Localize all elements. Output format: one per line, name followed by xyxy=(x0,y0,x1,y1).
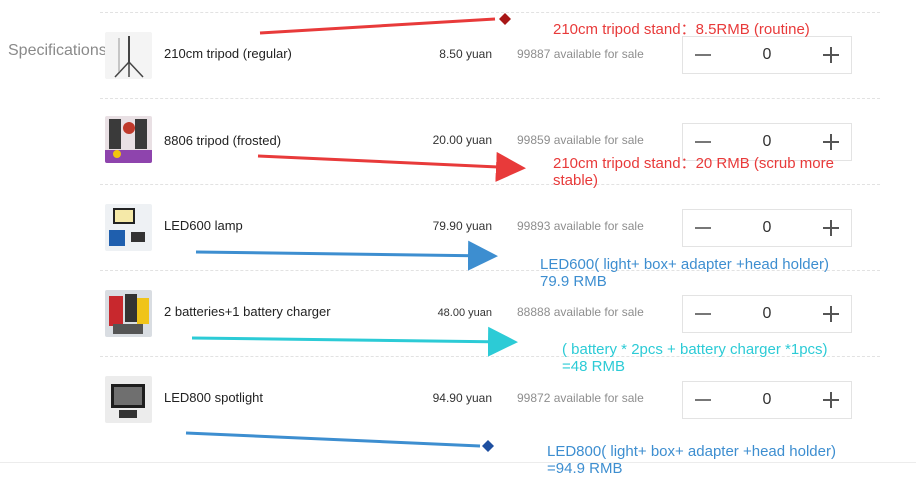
annotation-note: LED600( light+ box+ adapter +head holder… xyxy=(540,256,829,290)
annotation-arrows xyxy=(185,13,526,452)
blue-diamond-icon xyxy=(482,440,494,452)
annotation-line: 79.9 RMB xyxy=(540,273,607,290)
red-diamond-icon xyxy=(499,13,511,25)
annotation-line: =48 RMB xyxy=(562,358,625,375)
arrow-3 xyxy=(195,240,498,271)
annotation-note: 210cm tripod stand：20 RMB (scrub more st… xyxy=(553,155,834,189)
annotation-note: 210cm tripod stand：8.5RMB (routine) xyxy=(553,21,810,38)
annotation-line: 210cm tripod stand：20 RMB (scrub more xyxy=(553,155,834,172)
annotation-line: =94.9 RMB xyxy=(547,460,623,477)
arrow-1 xyxy=(259,17,496,35)
arrow-2 xyxy=(257,151,526,182)
annotation-line: LED800( light+ box+ adapter +head holder… xyxy=(547,443,836,460)
annotation-note: LED800( light+ box+ adapter +head holder… xyxy=(547,443,836,477)
annotation-line: stable) xyxy=(553,172,599,189)
annotation-note: ( battery * 2pcs + battery charger *1pcs… xyxy=(562,341,828,375)
annotation-line: 210cm tripod stand：8.5RMB (routine) xyxy=(553,21,810,38)
arrow-5 xyxy=(185,431,481,448)
arrow-4 xyxy=(191,326,518,357)
annotation-line: LED600( light+ box+ adapter +head holder… xyxy=(540,256,829,273)
annotation-line: ( battery * 2pcs + battery charger *1pcs… xyxy=(562,341,828,358)
